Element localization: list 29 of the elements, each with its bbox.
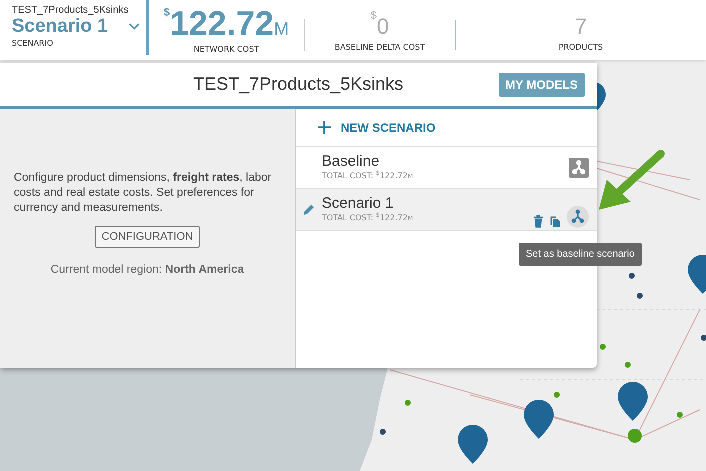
scenario-name: Scenario 1	[12, 16, 108, 37]
metric-label: NETWORK COST	[194, 45, 260, 54]
model-region-text: Current model region: North America	[50, 264, 244, 276]
scenario-title: Baseline	[322, 154, 381, 170]
map-pin-icon[interactable]	[458, 425, 488, 464]
metric-value: $^{$}$122.72M	[164, 6, 290, 45]
metric-value: 7	[574, 12, 588, 40]
new-scenario-button[interactable]: NEW SCENARIO	[296, 109, 597, 147]
branch-icon[interactable]	[567, 206, 589, 228]
copy-icon[interactable]	[550, 215, 561, 228]
scenario-title: Scenario 1	[322, 196, 395, 212]
map-node-icon[interactable]	[628, 429, 642, 443]
metric-label: PRODUCTS	[558, 42, 604, 52]
dialog-title: TEST_7Products_5Ksinks	[193, 74, 404, 95]
metric-value: $^{$}$0	[370, 8, 390, 40]
tooltip: Set as baseline scenario	[519, 243, 642, 266]
map-pin-icon[interactable]	[688, 255, 706, 294]
config-description: Configure product dimensions, freight rates, labor costs and real estate costs. Set preferences for currency and measurements.	[14, 171, 273, 216]
plus-icon	[318, 121, 331, 134]
map-pin-icon[interactable]	[618, 382, 648, 421]
metric-label: BASELINE DELTA COST	[334, 42, 426, 52]
model-name: TEST_7Products_5Ksinks	[12, 5, 130, 16]
branch-icon	[569, 158, 589, 178]
chevron-down-icon[interactable]	[129, 22, 140, 30]
scenario-label: SCENARIO	[12, 39, 54, 48]
configuration-button[interactable]: CONFIGURATION	[94, 226, 200, 248]
trash-icon[interactable]	[533, 215, 544, 228]
map-pin-icon[interactable]	[524, 400, 554, 439]
pencil-icon[interactable]	[303, 204, 315, 216]
